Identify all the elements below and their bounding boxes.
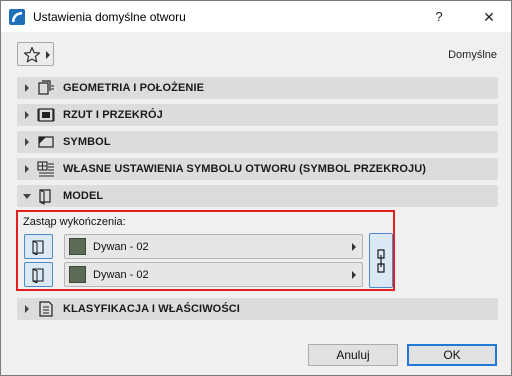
section-classification-properties[interactable]: KLASYFIKACJA I WŁAŚCIWOŚCI	[17, 298, 498, 320]
link-surfaces-button[interactable]	[369, 233, 393, 288]
override-surfaces-label: Zastąp wykończenia:	[23, 216, 126, 228]
section-custom-opening-symbol[interactable]: WŁASNE USTAWIENIA SYMBOLU OTWORU (SYMBOL…	[17, 158, 498, 180]
chevron-right-icon	[25, 305, 29, 313]
surface-swatch	[69, 266, 86, 283]
preset-name: Domyślne	[448, 49, 497, 61]
surface-name: Dywan - 02	[93, 241, 149, 253]
model-surface-panel: Zastąp wykończenia: Dywan - 02 Dywan - 0…	[16, 210, 395, 291]
surface-name: Dywan - 02	[93, 269, 149, 281]
help-button[interactable]: ?	[425, 5, 453, 29]
floorplan-section-icon	[37, 106, 55, 124]
surface-swatch	[69, 238, 86, 255]
chevron-right-icon	[25, 165, 29, 173]
door-side-icon	[32, 240, 44, 255]
ok-button[interactable]: OK	[407, 344, 497, 366]
chevron-right-icon	[25, 84, 29, 92]
chevron-right-icon	[352, 271, 356, 279]
settings-dialog: Ustawienia domyślne otworu ? ✕ Domyślne …	[0, 0, 512, 376]
geometry-icon	[37, 79, 55, 97]
custom-symbol-icon	[37, 160, 55, 178]
chevron-down-icon	[23, 194, 31, 199]
section-geometry-positioning[interactable]: GEOMETRIA I POŁOŻENIE	[17, 77, 498, 99]
section-symbol[interactable]: SYMBOL	[17, 131, 498, 153]
section-label: MODEL	[63, 190, 104, 202]
section-label: KLASYFIKACJA I WŁAŚCIWOŚCI	[63, 303, 240, 315]
door-side-icon	[32, 268, 44, 283]
chevron-right-icon	[25, 111, 29, 119]
surface-picker-2[interactable]: Dywan - 02	[64, 262, 363, 287]
side-surface-button-1[interactable]	[24, 234, 53, 259]
chevron-right-icon	[352, 243, 356, 251]
close-button[interactable]: ✕	[475, 5, 503, 29]
chevron-right-icon	[46, 51, 50, 59]
archicad-app-icon	[9, 9, 25, 25]
classification-icon	[37, 300, 55, 318]
favorites-button[interactable]	[17, 42, 54, 66]
section-floorplan-section[interactable]: RZUT I PRZEKRÓJ	[17, 104, 498, 126]
window-title: Ustawienia domyślne otworu	[33, 10, 186, 24]
chevron-right-icon	[25, 138, 29, 146]
model-icon	[37, 187, 55, 205]
side-surface-button-2[interactable]	[24, 262, 53, 287]
chain-link-icon	[377, 249, 385, 273]
cancel-button[interactable]: Anuluj	[308, 344, 398, 366]
section-label: SYMBOL	[63, 136, 111, 148]
title-bar: Ustawienia domyślne otworu ? ✕	[1, 1, 511, 32]
surface-picker-1[interactable]: Dywan - 02	[64, 234, 363, 259]
star-icon	[23, 46, 41, 63]
symbol-icon	[37, 133, 55, 151]
section-label: RZUT I PRZEKRÓJ	[63, 109, 163, 121]
section-model[interactable]: MODEL	[17, 185, 498, 207]
section-label: GEOMETRIA I POŁOŻENIE	[63, 82, 205, 94]
section-label: WŁASNE USTAWIENIA SYMBOLU OTWORU (SYMBOL…	[63, 163, 427, 175]
